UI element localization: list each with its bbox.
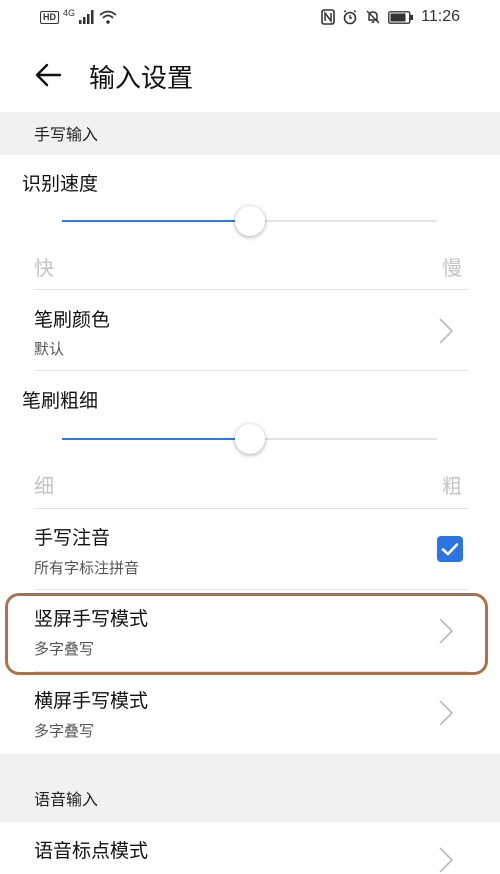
phonetic-subtitle: 所有字标注拼音 — [34, 559, 140, 577]
speed-min-label: 快 — [34, 256, 54, 280]
thickness-slider-fill — [62, 438, 250, 440]
wifi-icon — [99, 10, 117, 24]
divider — [34, 370, 468, 371]
thickness-label: 笔刷粗细 — [22, 390, 99, 412]
signal-icon — [79, 10, 94, 24]
thickness-min-label: 细 — [34, 474, 54, 498]
speed-slider-thumb[interactable] — [234, 206, 265, 236]
hd-indicator: HD — [40, 10, 59, 24]
voice-punctuation-title: 语音标点模式 — [34, 840, 149, 862]
highlight-frame — [5, 593, 488, 675]
voice-punctuation-row[interactable]: 语音标点模式 — [0, 822, 500, 873]
chevron-right-icon — [439, 700, 454, 726]
alarm-icon — [343, 9, 357, 25]
network-type: 4G — [63, 8, 76, 18]
status-bar: HD 4G 11:26 — [0, 0, 500, 40]
back-arrow-icon[interactable] — [34, 60, 64, 90]
thickness-max-label: 粗 — [442, 474, 462, 498]
brush-color-row[interactable]: 笔刷颜色 默认 — [0, 290, 500, 370]
section-title-handwriting: 手写输入 — [34, 125, 99, 144]
thickness-slider-thumb[interactable] — [234, 424, 265, 454]
landscape-mode-title: 横屏手写模式 — [34, 690, 149, 712]
brush-color-title: 笔刷颜色 — [34, 309, 111, 331]
page-title: 输入设置 — [89, 64, 194, 94]
section-title-voice: 语音输入 — [34, 790, 99, 809]
speed-label: 识别速度 — [22, 173, 99, 195]
brush-color-value: 默认 — [34, 340, 65, 358]
status-right: 11:26 — [321, 8, 460, 26]
nfc-icon — [321, 9, 335, 25]
phonetic-row[interactable]: 手写注音 所有字标注拼音 — [0, 509, 500, 589]
phonetic-checkbox[interactable] — [437, 536, 463, 562]
speed-max-label: 慢 — [442, 256, 462, 280]
landscape-mode-row[interactable]: 横屏手写模式 多字叠写 — [0, 672, 500, 752]
chevron-right-icon — [439, 318, 454, 344]
phonetic-title: 手写注音 — [34, 527, 111, 549]
mute-icon — [366, 10, 380, 24]
check-icon — [441, 543, 459, 556]
chevron-right-icon — [439, 847, 454, 873]
landscape-mode-value: 多字叠写 — [34, 722, 95, 740]
status-left: HD 4G — [40, 8, 117, 24]
battery-icon — [388, 10, 414, 24]
status-time: 11:26 — [421, 8, 460, 25]
speed-slider-fill — [62, 220, 250, 222]
